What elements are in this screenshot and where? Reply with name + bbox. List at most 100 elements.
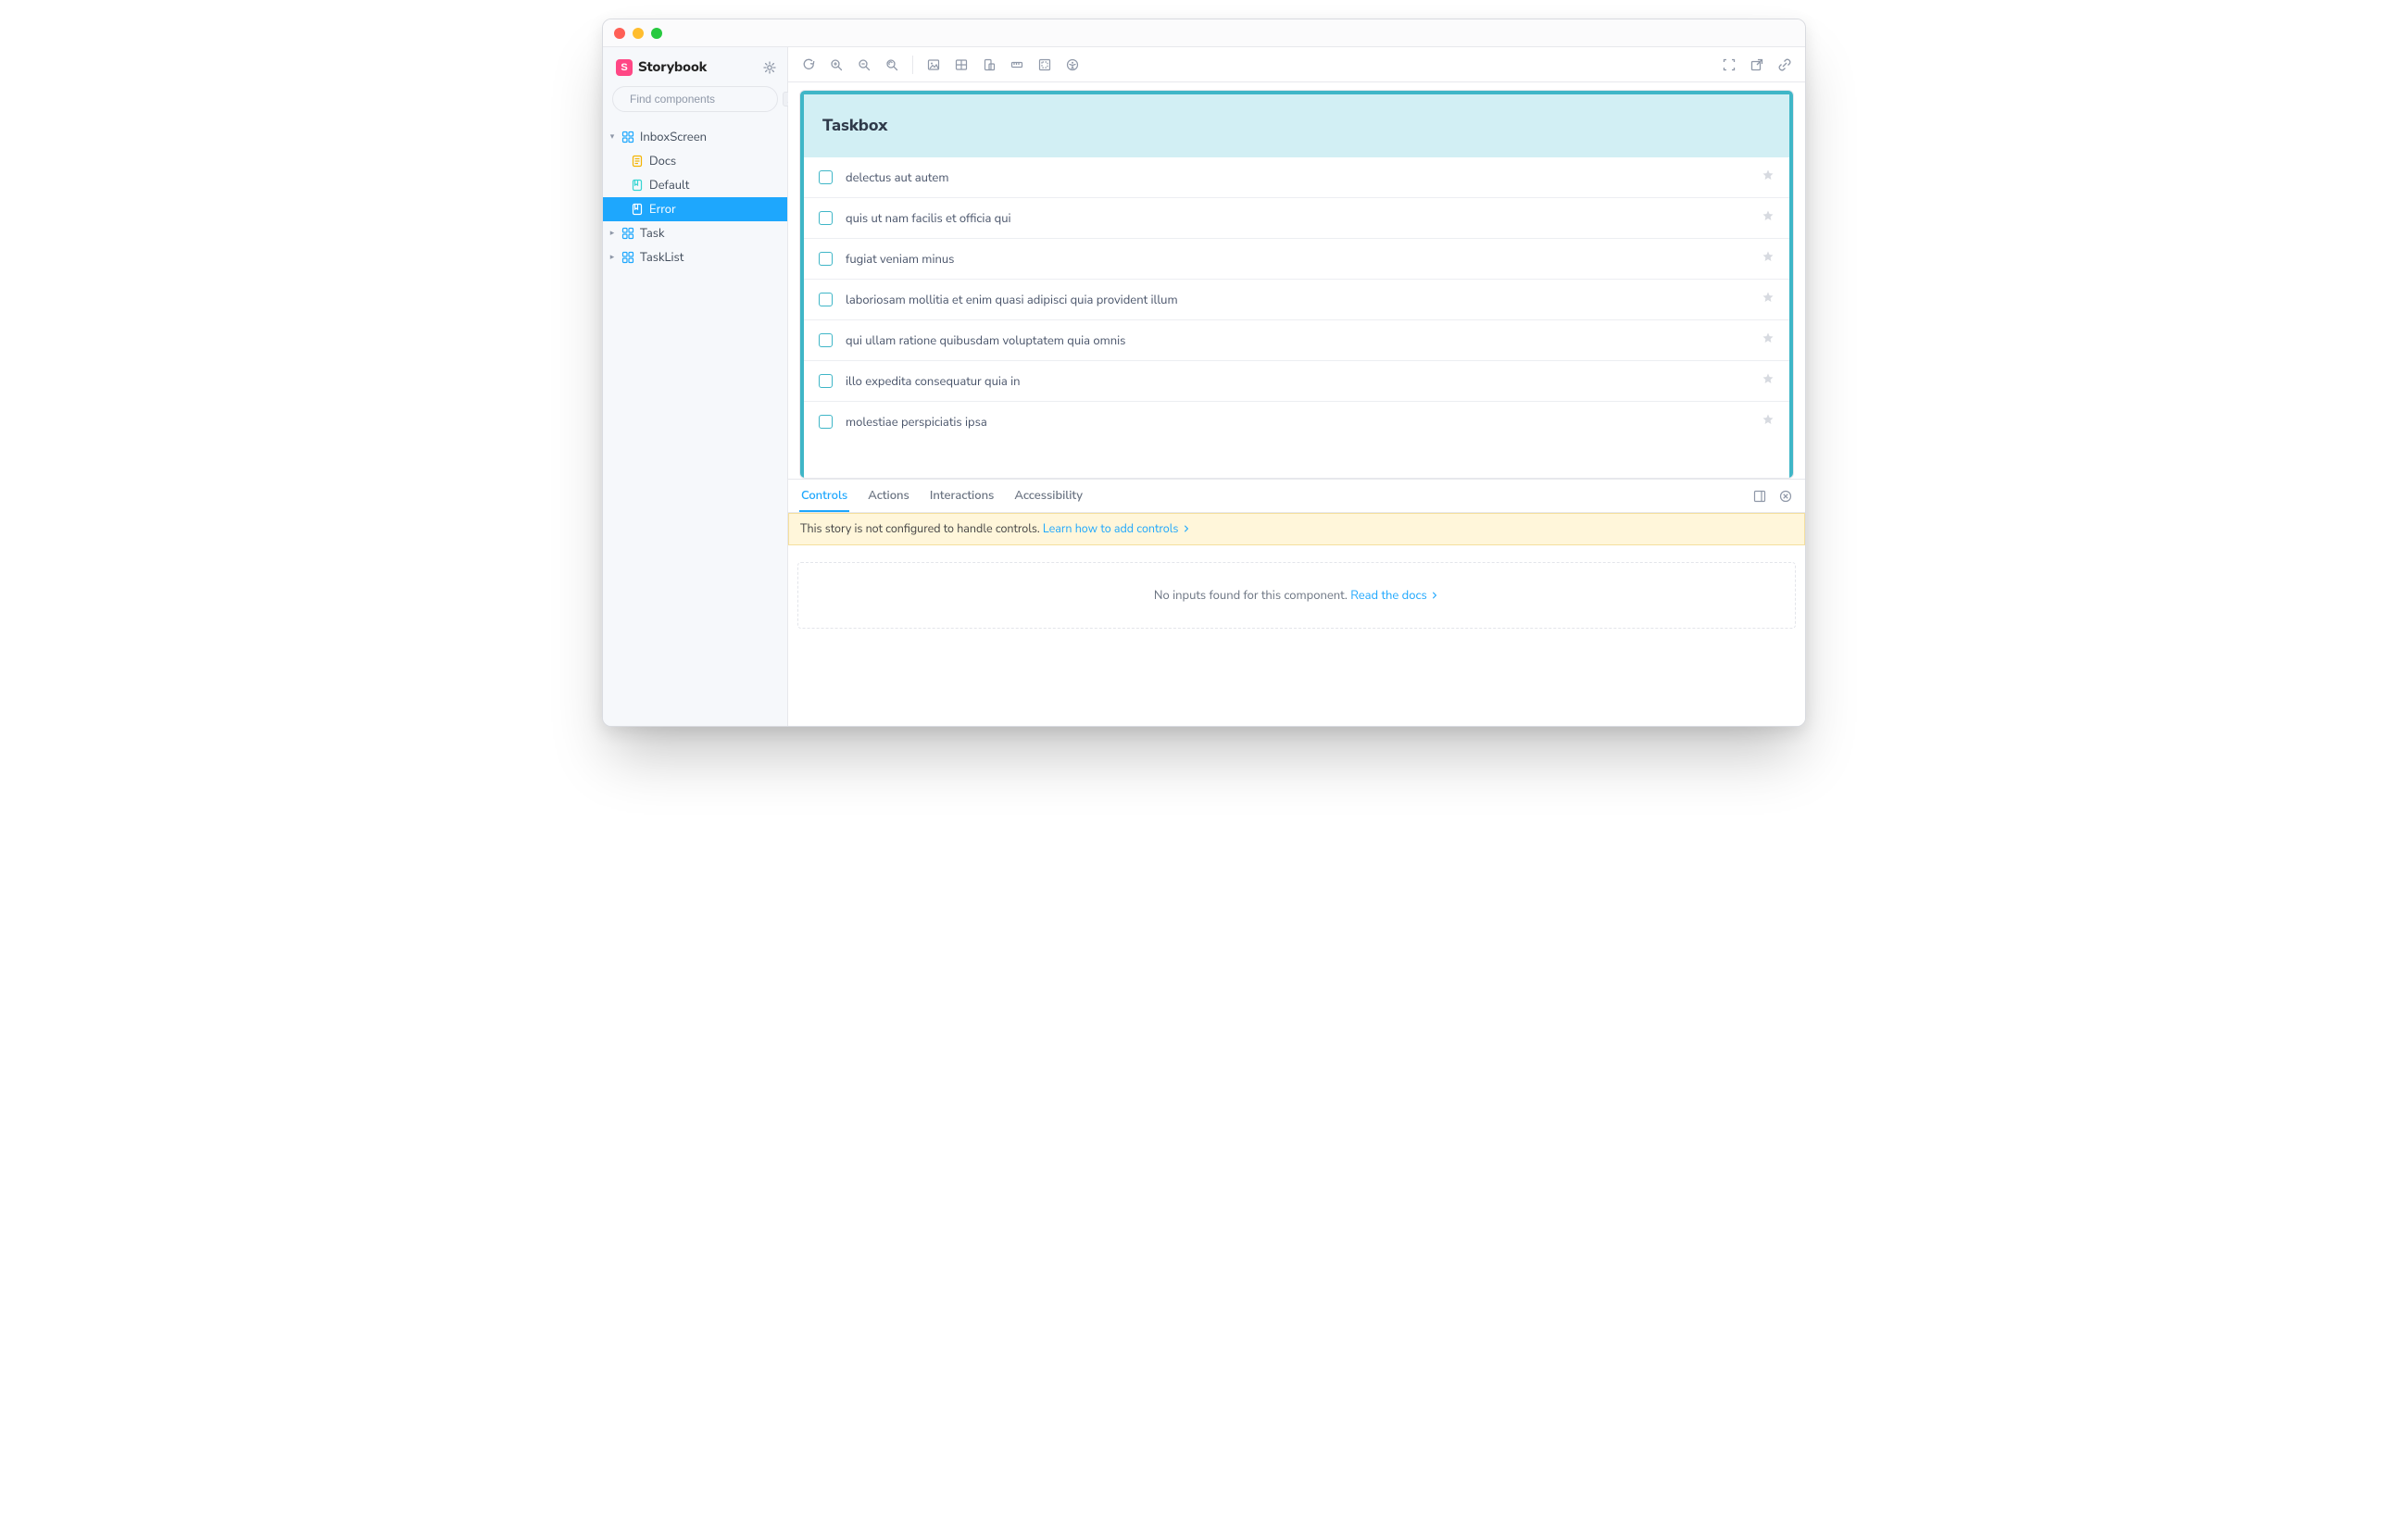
pin-button[interactable] bbox=[1762, 372, 1775, 390]
tree-item-default[interactable]: Default bbox=[603, 173, 787, 197]
zoom-reset-icon bbox=[885, 58, 898, 71]
task-title: qui ullam ratione quibusdam voluptatem q… bbox=[846, 332, 1749, 349]
star-icon bbox=[1762, 169, 1775, 181]
traffic-zoom-icon[interactable] bbox=[651, 28, 662, 39]
traffic-minimize-icon[interactable] bbox=[633, 28, 644, 39]
tree-item-error[interactable]: Error bbox=[603, 197, 787, 221]
task-checkbox[interactable] bbox=[819, 170, 833, 184]
grid-icon bbox=[955, 58, 968, 71]
component-icon bbox=[621, 227, 634, 240]
zoom-in-button[interactable] bbox=[827, 56, 846, 74]
pin-button[interactable] bbox=[1762, 169, 1775, 186]
tab-accessibility[interactable]: Accessibility bbox=[1012, 480, 1085, 512]
open-icon bbox=[1750, 58, 1763, 71]
component-icon bbox=[621, 251, 634, 264]
zoom-out-icon bbox=[858, 58, 871, 71]
pin-button[interactable] bbox=[1762, 291, 1775, 308]
banner-link[interactable]: Learn how to add controls bbox=[1043, 521, 1191, 537]
viewport-button[interactable] bbox=[980, 56, 998, 74]
settings-button[interactable] bbox=[763, 61, 776, 74]
outline-icon bbox=[1038, 58, 1051, 71]
ruler-icon bbox=[1010, 58, 1023, 71]
toolbar-divider bbox=[912, 56, 913, 74]
zoom-reset-button[interactable] bbox=[883, 56, 901, 74]
pin-button[interactable] bbox=[1762, 331, 1775, 349]
a11y-vision-button[interactable] bbox=[1063, 56, 1082, 74]
docs-link[interactable]: Read the docs bbox=[1350, 587, 1439, 604]
tab-actions[interactable]: Actions bbox=[866, 480, 911, 512]
controls-banner: This story is not configured to handle c… bbox=[788, 513, 1805, 545]
pin-button[interactable] bbox=[1762, 413, 1775, 431]
task-checkbox[interactable] bbox=[819, 293, 833, 306]
a11y-icon bbox=[1066, 58, 1079, 71]
grid-button[interactable] bbox=[952, 56, 971, 74]
task-checkbox[interactable] bbox=[819, 374, 833, 388]
search-input-wrapper[interactable]: / bbox=[612, 86, 778, 112]
task-checkbox[interactable] bbox=[819, 211, 833, 225]
docs-link-label: Read the docs bbox=[1350, 587, 1427, 604]
component-tree: ▾ InboxScreen Docs Default Erro bbox=[603, 121, 787, 269]
link-icon bbox=[1778, 58, 1791, 71]
outline-button[interactable] bbox=[1035, 56, 1054, 74]
pin-button[interactable] bbox=[1762, 250, 1775, 268]
addons-panel: Controls Actions Interactions Accessibil… bbox=[788, 479, 1805, 726]
refresh-icon bbox=[802, 58, 815, 71]
task-title: illo expedita consequatur quia in bbox=[846, 373, 1749, 390]
panel-close-button[interactable] bbox=[1777, 488, 1794, 505]
close-icon bbox=[1779, 490, 1792, 503]
tree-item-label: Error bbox=[649, 201, 778, 218]
fullscreen-icon bbox=[1723, 58, 1736, 71]
measure-button[interactable] bbox=[1008, 56, 1026, 74]
task-list[interactable]: delectus aut autem quis ut nam facilis et… bbox=[804, 157, 1789, 478]
panel-icon bbox=[1753, 490, 1766, 503]
image-icon bbox=[927, 58, 940, 71]
copy-link-button[interactable] bbox=[1775, 56, 1794, 74]
task-title: quis ut nam facilis et officia qui bbox=[846, 210, 1749, 227]
task-checkbox[interactable] bbox=[819, 333, 833, 347]
chevron-right-icon bbox=[1430, 591, 1439, 600]
remount-button[interactable] bbox=[799, 56, 818, 74]
open-new-tab-button[interactable] bbox=[1748, 56, 1766, 74]
fullscreen-button[interactable] bbox=[1720, 56, 1738, 74]
taskbox-title: Taskbox bbox=[822, 115, 1771, 137]
zoom-out-button[interactable] bbox=[855, 56, 873, 74]
tree-item-docs[interactable]: Docs bbox=[603, 149, 787, 173]
tab-interactions[interactable]: Interactions bbox=[928, 480, 997, 512]
background-button[interactable] bbox=[924, 56, 943, 74]
search-input[interactable] bbox=[628, 92, 775, 106]
app-window: S Storybook / ▾ bbox=[602, 19, 1806, 727]
task-item[interactable]: qui ullam ratione quibusdam voluptatem q… bbox=[804, 320, 1789, 361]
tree-item-task[interactable]: ▸ Task bbox=[603, 221, 787, 245]
task-item[interactable]: laboriosam mollitia et enim quasi adipis… bbox=[804, 280, 1789, 320]
task-item[interactable]: fugiat veniam minus bbox=[804, 239, 1789, 280]
tab-controls[interactable]: Controls bbox=[799, 480, 849, 512]
task-item[interactable]: molestiae perspiciatis ipsa bbox=[804, 402, 1789, 442]
story-icon bbox=[631, 179, 644, 192]
task-checkbox[interactable] bbox=[819, 415, 833, 429]
task-item[interactable]: illo expedita consequatur quia in bbox=[804, 361, 1789, 402]
task-title: fugiat veniam minus bbox=[846, 251, 1749, 268]
caret-right-icon: ▸ bbox=[608, 228, 616, 239]
preview-canvas: Taskbox delectus aut autem quis ut nam fa… bbox=[799, 90, 1794, 479]
pin-button[interactable] bbox=[1762, 209, 1775, 227]
empty-text: No inputs found for this component. bbox=[1154, 587, 1348, 604]
addons-tabs: Controls Actions Interactions Accessibil… bbox=[788, 480, 1805, 513]
main: Taskbox delectus aut autem quis ut nam fa… bbox=[788, 47, 1805, 726]
tree-item-label: Docs bbox=[649, 153, 778, 169]
task-title: molestiae perspiciatis ipsa bbox=[846, 414, 1749, 431]
sidebar: S Storybook / ▾ bbox=[603, 47, 788, 726]
traffic-close-icon[interactable] bbox=[614, 28, 625, 39]
task-item[interactable]: delectus aut autem bbox=[804, 157, 1789, 198]
brand-name: Storybook bbox=[638, 58, 707, 77]
tree-item-inboxscreen[interactable]: ▾ InboxScreen bbox=[603, 125, 787, 149]
panel-position-button[interactable] bbox=[1751, 488, 1768, 505]
tree-item-tasklist[interactable]: ▸ TaskList bbox=[603, 245, 787, 269]
star-icon bbox=[1762, 372, 1775, 385]
star-icon bbox=[1762, 291, 1775, 304]
storybook-logo-icon: S bbox=[616, 59, 633, 76]
task-checkbox[interactable] bbox=[819, 252, 833, 266]
task-item[interactable]: quis ut nam facilis et officia qui bbox=[804, 198, 1789, 239]
component-icon bbox=[621, 131, 634, 144]
banner-text: This story is not configured to handle c… bbox=[800, 521, 1040, 537]
caret-right-icon: ▸ bbox=[608, 252, 616, 263]
